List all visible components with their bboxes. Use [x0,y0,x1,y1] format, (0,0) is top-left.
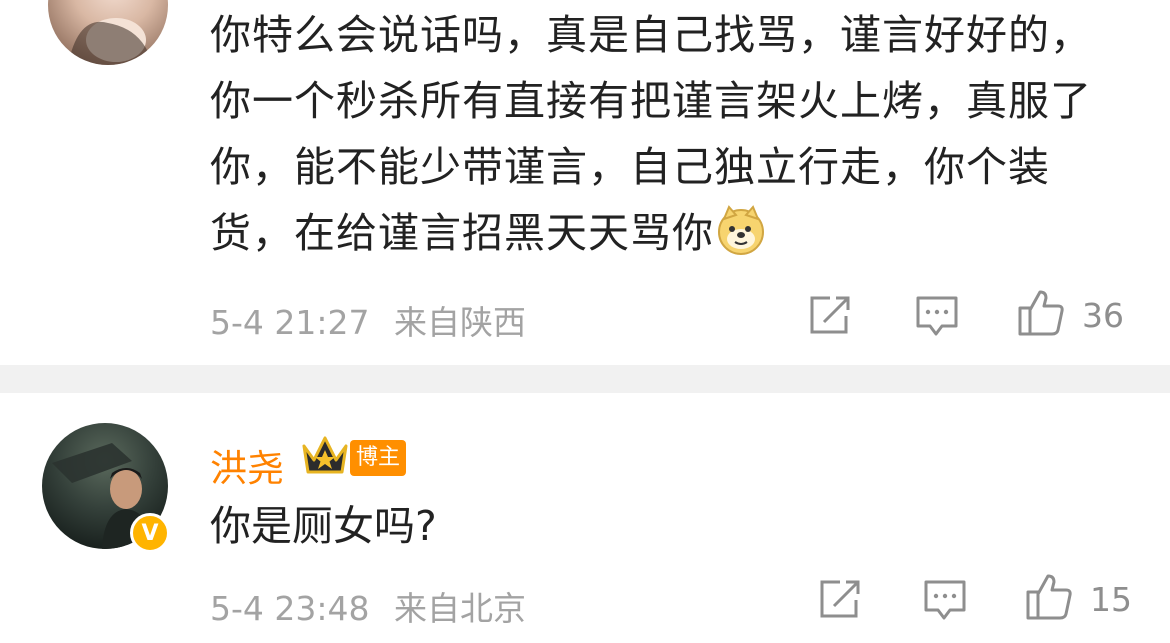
verified-badge: V [130,513,170,553]
share-button[interactable] [808,294,854,336]
comment-meta: 5-4 23:48 来自北京 [210,582,526,630]
timestamp: 5-4 23:48 [210,589,370,628]
comment-icon [916,296,958,336]
comment-divider [0,365,1170,393]
doge-emoji [716,205,766,255]
location: 来自北京 [394,589,526,628]
like-icon [1018,290,1064,336]
comment-meta: 5-4 21:27 来自陕西 [210,296,526,344]
like-count: 15 [1090,579,1132,619]
share-icon [820,580,860,618]
comment-item: 你特么会说话吗，真是自己找骂，谨言好好的，你一个秒杀所有直接有把谨言架火上烤，真… [0,0,1170,365]
share-icon [810,296,850,334]
like-button[interactable]: 15 [1024,572,1132,622]
comment-button[interactable] [914,294,960,338]
author-name[interactable]: 洪尧 [210,438,284,492]
comment-text: 你特么会说话吗，真是自己找骂，谨言好好的，你一个秒杀所有直接有把谨言架火上烤，真… [210,11,1092,257]
author-badge: 博主 [350,440,407,476]
comment-item: V [0,393,1170,643]
like-button[interactable]: 36 [1016,288,1124,338]
comment-icon [924,580,966,620]
like-icon [1026,574,1072,620]
location: 来自陕西 [394,303,526,342]
avatar[interactable] [48,0,168,65]
comment-button[interactable] [922,578,968,622]
comment-text: 你是厕女吗? [210,502,437,550]
timestamp: 5-4 21:27 [210,303,370,342]
share-button[interactable] [818,578,864,620]
crown-icon [300,432,350,482]
like-count: 36 [1082,295,1124,335]
